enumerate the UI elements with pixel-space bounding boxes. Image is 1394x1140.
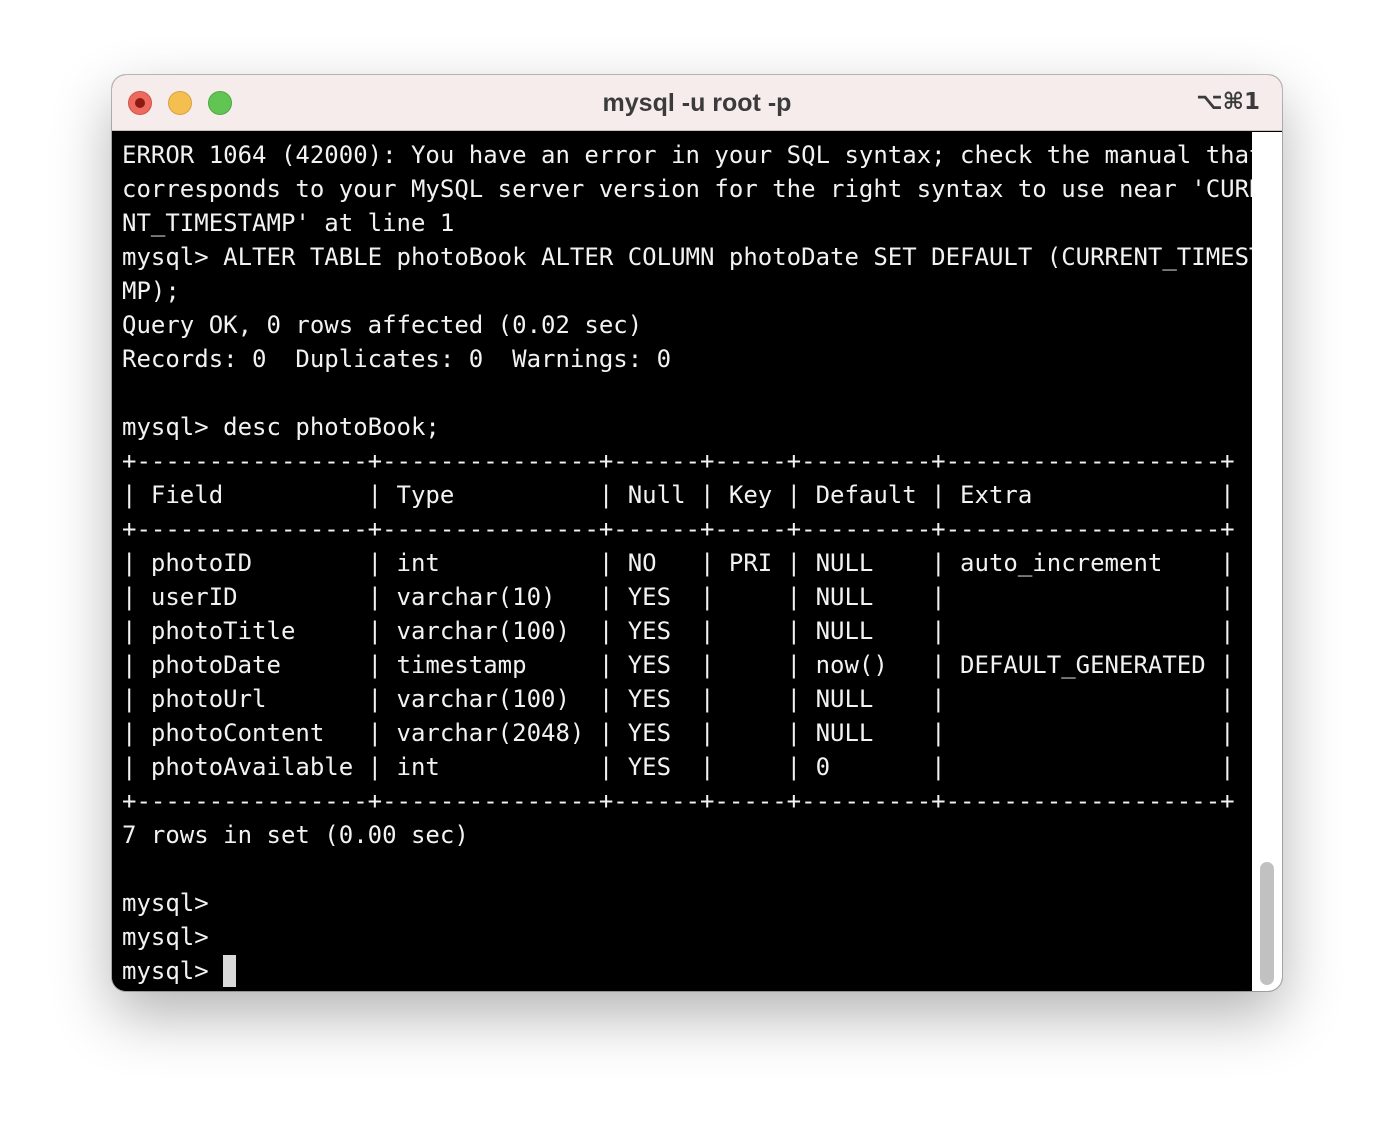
scrollbar-thumb[interactable] [1260,862,1274,985]
window-shortcut-label: ⌥⌘1 [1196,89,1260,115]
table-border-line: +----------------+---------------+------… [122,515,1235,543]
terminal-line: MP); [122,277,180,305]
table-row: | photoUrl | varchar(100) | YES | | NULL… [122,685,1235,713]
terminal-line: mysql> [122,923,209,951]
terminal-line: mysql> ALTER TABLE photoBook ALTER COLUM… [122,243,1278,271]
terminal-line: corresponds to your MySQL server version… [122,175,1278,203]
title-bar[interactable]: mysql -u root -p ⌥⌘1 [112,75,1282,131]
terminal-output: ERROR 1064 (42000): You have an error in… [122,138,1278,988]
window-title: mysql -u root -p [602,89,792,117]
table-row: | photoAvailable | int | YES | | 0 | | [122,753,1235,781]
terminal-content[interactable]: ERROR 1064 (42000): You have an error in… [112,132,1278,991]
table-row: | photoDate | timestamp | YES | | now() … [122,651,1235,679]
terminal-line: Query OK, 0 rows affected (0.02 sec) [122,311,643,339]
mysql-prompt: mysql> [122,957,209,985]
terminal-line: mysql> [122,889,209,917]
table-header-row: | Field | Type | Null | Key | Default | … [122,481,1235,509]
terminal-line: mysql> desc photoBook; [122,413,440,441]
table-border-line: +----------------+---------------+------… [122,447,1235,475]
table-row: | photoID | int | NO | PRI | NULL | auto… [122,549,1235,577]
terminal-line: Records: 0 Duplicates: 0 Warnings: 0 [122,345,672,373]
terminal-line: ERROR 1064 (42000): You have an error in… [122,141,1264,169]
table-border-line: +----------------+---------------+------… [122,787,1235,815]
text-cursor [222,955,236,987]
terminal-window: mysql -u root -p ⌥⌘1 ERROR 1064 (42000):… [112,75,1282,991]
terminal-line: 7 rows in set (0.00 sec) [122,821,469,849]
terminal-line: NT_TIMESTAMP' at line 1 [122,209,455,237]
scrollbar-track[interactable] [1252,132,1282,991]
table-row: | userID | varchar(10) | YES | | NULL | … [122,583,1235,611]
table-row: | photoTitle | varchar(100) | YES | | NU… [122,617,1235,645]
active-prompt-line[interactable]: mysql> [122,954,1278,988]
table-row: | photoContent | varchar(2048) | YES | |… [122,719,1235,747]
